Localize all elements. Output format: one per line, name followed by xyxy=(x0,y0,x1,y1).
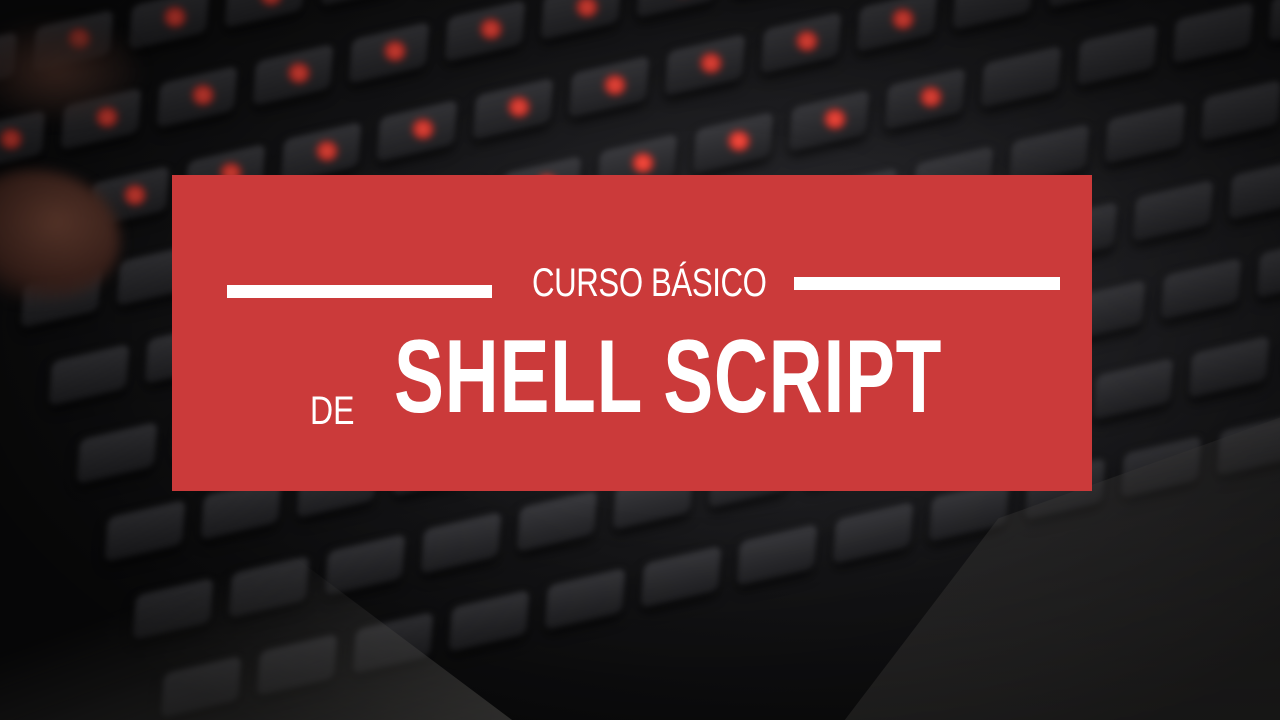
course-title: SHELL SCRIPT xyxy=(394,319,943,435)
decorative-rule-right xyxy=(794,277,1060,290)
course-subtitle: CURSO BÁSICO xyxy=(532,261,767,305)
thumbnail-canvas: CURSO BÁSICO DE SHELL SCRIPT xyxy=(0,0,1280,720)
title-prefix: DE xyxy=(310,389,355,433)
decorative-rule-left xyxy=(227,285,492,298)
title-banner: CURSO BÁSICO DE SHELL SCRIPT xyxy=(172,175,1092,491)
